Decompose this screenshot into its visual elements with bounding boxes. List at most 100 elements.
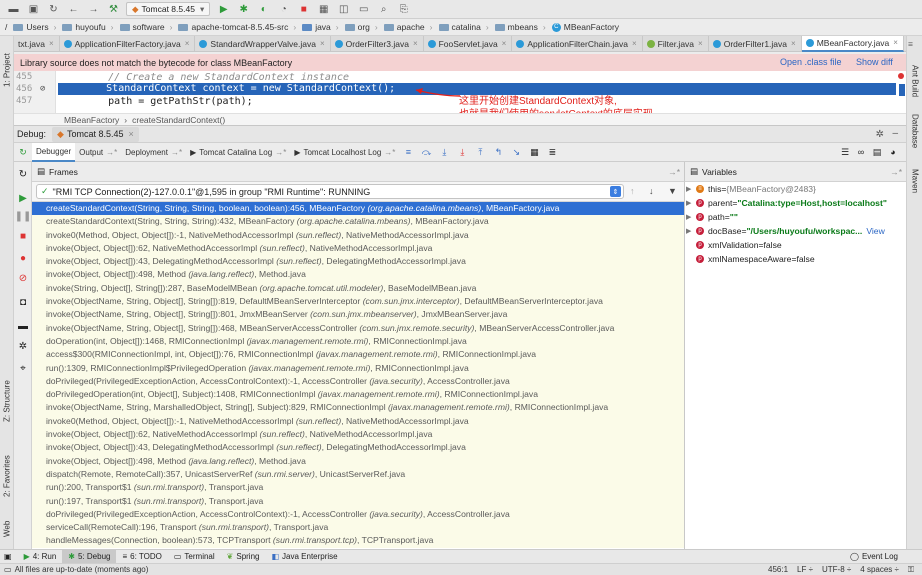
tab-deployment[interactable]: Deployment →*: [121, 143, 186, 162]
stack-frame[interactable]: invoke0(Method, Object, Object[]):-1, Na…: [32, 228, 684, 242]
tab-output[interactable]: Output →*: [75, 143, 121, 162]
editor-tab[interactable]: StandardWrapperValve.java ×: [195, 35, 331, 52]
tool-terminal[interactable]: ▭ Terminal: [168, 550, 221, 564]
rerun-icon[interactable]: ↻: [18, 147, 28, 157]
project-structure-icon[interactable]: ▦: [317, 3, 330, 16]
minimize-icon[interactable]: –: [892, 128, 898, 139]
folder-icon[interactable]: ▬: [7, 3, 20, 16]
tool-window-favorites[interactable]: 2: Favorites: [0, 441, 14, 511]
stack-frame[interactable]: invoke(Object, Object[]):43, DelegatingM…: [32, 441, 684, 455]
back-icon[interactable]: ←: [67, 3, 80, 16]
variable-row[interactable]: p xmlNamespaceAware = false: [685, 252, 906, 266]
breadcrumb-item[interactable]: Users ›: [7, 22, 56, 32]
step-out-icon[interactable]: ⤒: [475, 147, 485, 157]
stack-frame[interactable]: invoke(Object, Object[]):498, Method (ja…: [32, 268, 684, 282]
tool-java-enterprise[interactable]: ◧ Java Enterprise: [265, 550, 343, 564]
editor-tab[interactable]: Filter.java ×: [643, 35, 709, 52]
variable-row[interactable]: p xmlValidation = false: [685, 238, 906, 252]
stop-icon[interactable]: ■: [17, 230, 29, 242]
tool-debug[interactable]: ✱ 5: Debug: [62, 549, 117, 564]
trace-icon[interactable]: ≣: [547, 147, 557, 157]
stack-frame[interactable]: invoke0(Method, Object, Object[]):-1, Na…: [32, 414, 684, 429]
status-toggle-icon[interactable]: ▭: [4, 565, 12, 574]
tool-window-maven[interactable]: Maven: [908, 161, 922, 201]
tab-debugger[interactable]: Debugger: [32, 142, 76, 162]
close-icon[interactable]: ×: [185, 39, 190, 48]
step-over-icon[interactable]: ⤼: [421, 147, 432, 157]
tool-spring[interactable]: ❦ Spring: [221, 550, 266, 564]
stack-frame[interactable]: invoke(Object, Object[]):498, Method (ja…: [32, 454, 684, 468]
stack-frame[interactable]: dispatch(Remote, RemoteCall):357, Unicas…: [32, 467, 684, 482]
breadcrumb-item[interactable]: org ›: [339, 22, 378, 32]
tool-window-web[interactable]: Web: [0, 514, 14, 544]
close-icon[interactable]: ×: [893, 38, 898, 47]
expand-arrow-icon[interactable]: ▶: [686, 185, 696, 193]
arrow-up-icon[interactable]: ↑: [630, 186, 635, 196]
restore-layout-icon[interactable]: ▬: [17, 320, 29, 332]
editor-breadcrumb-method[interactable]: createStandardContext(): [132, 115, 225, 125]
editor-tab[interactable]: FooServlet.java ×: [424, 35, 513, 52]
coverage-icon[interactable]: ◐: [257, 3, 270, 16]
breadcrumb-item[interactable]: software ›: [114, 22, 172, 32]
stack-frame[interactable]: invoke(ObjectName, String, Object[], Str…: [32, 321, 684, 335]
breakpoint-icon[interactable]: ⊘: [40, 84, 45, 94]
editor-tab[interactable]: OrderFilter3.java ×: [331, 35, 424, 52]
tab-localhost-log[interactable]: ▶ Tomcat Localhost Log →*: [290, 143, 399, 162]
toggle-sidebar-icon[interactable]: ▣: [4, 552, 12, 561]
stack-frame[interactable]: invoke(ObjectName, String, Object[], Str…: [32, 295, 684, 309]
sync-icon[interactable]: ↻: [47, 3, 60, 16]
breadcrumb-item[interactable]: huyoufu ›: [56, 22, 114, 32]
search-icon[interactable]: ⌕: [377, 3, 390, 16]
variable-row[interactable]: ▶ ≡ this = {MBeanFactory@2483}: [685, 182, 906, 196]
tool-window-ant-build[interactable]: Ant Build: [908, 56, 922, 106]
camera-icon[interactable]: ◘: [17, 296, 29, 308]
show-execution-point-icon[interactable]: ≡: [403, 147, 413, 157]
stack-frame[interactable]: invoke(Object, Object[]):62, NativeMetho…: [32, 241, 684, 256]
arrow-down-icon[interactable]: ↓: [649, 186, 654, 196]
close-icon[interactable]: ×: [413, 39, 418, 48]
stack-frame[interactable]: invoke(ObjectName, String, MarshalledObj…: [32, 401, 684, 415]
tool-run[interactable]: ▶ 4: Run: [18, 550, 63, 564]
settings-icon[interactable]: ✲: [17, 340, 29, 352]
stack-frame[interactable]: doPrivilegedOperation(int, Object[], Sub…: [32, 388, 684, 402]
stack-frame[interactable]: doOperation(int, Object[]):1468, RMIConn…: [32, 334, 684, 349]
forward-icon[interactable]: →: [87, 3, 100, 16]
editor-breadcrumb-class[interactable]: MBeanFactory: [64, 115, 119, 125]
layout-icon[interactable]: ☰: [840, 147, 850, 157]
close-icon[interactable]: ×: [128, 129, 133, 139]
stack-frame[interactable]: access$300(RMIConnectionImpl, int, Objec…: [32, 348, 684, 362]
lock-icon[interactable]: ⚿: [908, 565, 914, 575]
variable-row[interactable]: ▶ p path = "": [685, 210, 906, 224]
stack-frame[interactable]: invoke(Object, Object[]):43, DelegatingM…: [32, 255, 684, 269]
breadcrumb-item[interactable]: java ›: [296, 22, 339, 32]
expand-arrow-icon[interactable]: ▶: [686, 199, 696, 207]
gear-icon[interactable]: ✲: [876, 129, 884, 140]
close-icon[interactable]: ×: [502, 39, 507, 48]
filter-icon[interactable]: ▼: [668, 186, 677, 196]
close-icon[interactable]: ×: [698, 39, 703, 48]
close-icon[interactable]: ×: [632, 39, 637, 48]
variable-row[interactable]: ▶ p docBase = "/Users/huyoufu/workspac... V…: [685, 224, 906, 238]
step-into-icon[interactable]: ⤓: [439, 147, 449, 157]
stack-frame[interactable]: invoke(Object, Object[]):62, NativeMetho…: [32, 428, 684, 442]
expand-arrow-icon[interactable]: ▶: [686, 227, 696, 235]
sdk-icon[interactable]: ◫: [337, 3, 350, 16]
terminal-icon[interactable]: ▭: [357, 3, 370, 16]
drop-frame-icon[interactable]: ↰: [493, 147, 503, 157]
close-icon[interactable]: ×: [791, 39, 796, 48]
debug-icon[interactable]: ✱: [237, 3, 250, 16]
editor-tab[interactable]: OrderFilter1.java ×: [709, 35, 802, 52]
view-breakpoints-icon[interactable]: ●: [17, 252, 29, 264]
stack-frame[interactable]: invoke(String, Object[], String[]):287, …: [32, 281, 684, 296]
glasses-icon[interactable]: ∞: [856, 147, 866, 157]
run-icon[interactable]: ▶: [217, 3, 230, 16]
tab-overflow-icon[interactable]: ≡: [908, 39, 913, 49]
stack-frame[interactable]: doPrivileged(PrivilegedExceptionAction, …: [32, 374, 684, 389]
close-icon[interactable]: ×: [49, 39, 54, 48]
stack-frame[interactable]: run():200, Transport$1 (sun.rmi.transpor…: [32, 481, 684, 495]
stack-frame[interactable]: doPrivileged(PrivilegedExceptionAction, …: [32, 507, 684, 522]
expand-arrow-icon[interactable]: ▶: [686, 213, 696, 221]
thread-select[interactable]: ✓ "RMI TCP Connection(2)-127.0.0.1"@1,59…: [36, 184, 624, 199]
view-link[interactable]: View: [866, 226, 884, 236]
stack-frame[interactable]: invoke(ObjectName, String, Object[], Str…: [32, 308, 684, 322]
